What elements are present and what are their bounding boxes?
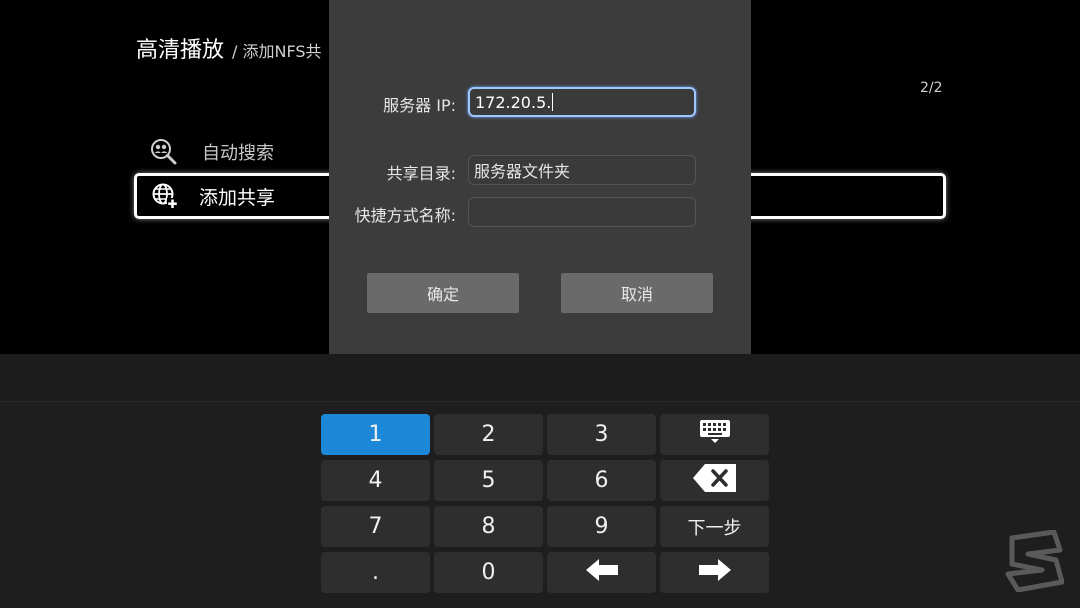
server-ip-input[interactable]: 172.20.5. <box>468 87 696 117</box>
cursor-left-key[interactable] <box>547 552 656 593</box>
key-7[interactable]: 7 <box>321 506 430 547</box>
share-dir-label: 共享目录: <box>386 164 456 183</box>
key-6[interactable]: 6 <box>547 460 656 501</box>
share-dir-placeholder: 服务器文件夹 <box>474 162 571 181</box>
cursor-right-key[interactable] <box>660 552 769 593</box>
server-ip-value: 172.20.5. <box>475 92 552 112</box>
header: 高清播放 / 添加NFS共 <box>136 32 322 64</box>
arrow-left-icon <box>584 558 620 588</box>
people-search-icon <box>150 138 178 166</box>
arrow-right-icon <box>697 558 733 588</box>
text-caret <box>552 93 554 111</box>
globe-add-icon <box>151 182 179 210</box>
key-1[interactable]: 1 <box>321 414 430 455</box>
shortcut-name-label: 快捷方式名称: <box>354 206 456 225</box>
share-dir-input[interactable]: 服务器文件夹 <box>468 155 696 185</box>
next-step-key[interactable]: 下一步 <box>660 506 769 547</box>
page-title: 高清播放 <box>136 38 225 63</box>
key-0[interactable]: 0 <box>434 552 543 593</box>
page-indicator: 2/2 <box>920 80 943 96</box>
key-dot[interactable]: . <box>321 552 430 593</box>
key-5[interactable]: 5 <box>434 460 543 501</box>
key-2[interactable]: 2 <box>434 414 543 455</box>
key-3[interactable]: 3 <box>547 414 656 455</box>
confirm-button[interactable]: 确定 <box>367 273 519 313</box>
keyboard-top-bar <box>0 354 1080 402</box>
key-9[interactable]: 9 <box>547 506 656 547</box>
cancel-button[interactable]: 取消 <box>561 273 713 313</box>
backspace-key[interactable] <box>660 460 769 501</box>
shortcut-name-input[interactable] <box>468 197 696 227</box>
key-4[interactable]: 4 <box>321 460 430 501</box>
key-8[interactable]: 8 <box>434 506 543 547</box>
backspace-icon <box>692 463 738 499</box>
watermark-logo-icon <box>1004 529 1065 596</box>
menu-item-label: 自动搜索 <box>202 143 274 164</box>
on-screen-keyboard: 1 2 3 4 5 6 7 8 9 下一步 . 0 <box>0 354 1080 608</box>
keyboard-toggle-key[interactable] <box>660 414 769 455</box>
menu-item-label: 添加共享 <box>199 186 276 209</box>
server-ip-label: 服务器 IP: <box>383 96 456 115</box>
add-share-dialog: 服务器 IP: 172.20.5. 共享目录: 服务器文件夹 快捷方式名称: 确… <box>329 0 751 354</box>
menu-item-auto-search[interactable]: 自动搜索 <box>150 136 274 168</box>
keyboard-icon <box>699 419 731 451</box>
breadcrumb: / 添加NFS共 <box>232 42 322 61</box>
